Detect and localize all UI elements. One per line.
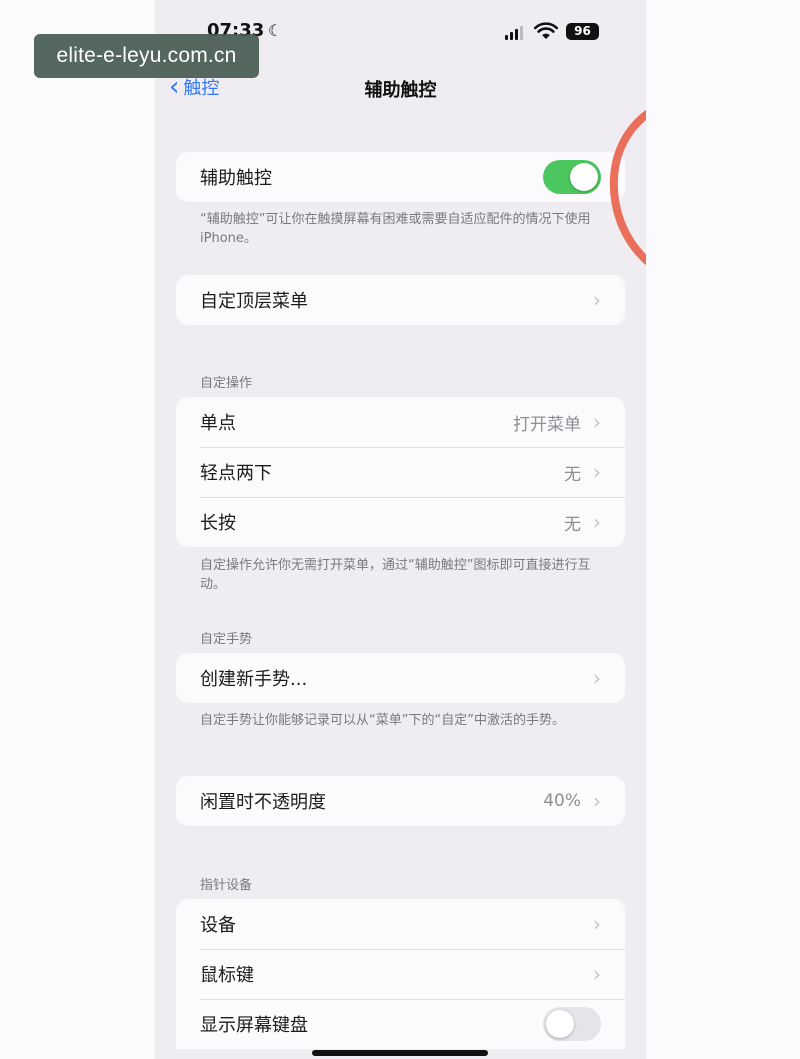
mouse-keys-label: 鼠标键 [200, 965, 254, 986]
toggle-knob [546, 1010, 574, 1038]
assistive-touch-footnote: “辅助触控”可让你在触摸屏幕有困难或需要自适应配件的情况下使用iPhone。 [200, 212, 591, 246]
create-gesture-label: 创建新手势... [200, 669, 308, 690]
toggle-knob [570, 163, 598, 191]
battery-indicator: 96 [566, 23, 599, 40]
double-tap-row[interactable]: 轻点两下 无 › [176, 447, 625, 497]
custom-actions-footnote: 自定操作允许你无需打开菜单，通过“辅助触控”图标即可直接进行互动。 [200, 558, 591, 592]
assistive-touch-group: 辅助触控 [176, 152, 625, 202]
left-margin [0, 0, 155, 1059]
wifi-icon [534, 22, 558, 39]
pointer-devices-group: 设备 › 鼠标键 › 显示屏幕键盘 [176, 899, 625, 1049]
single-tap-value: 打开菜单 [513, 414, 581, 435]
long-press-row[interactable]: 长按 无 › [176, 497, 625, 547]
chevron-right-icon: › [593, 410, 601, 434]
chevron-right-icon: › [593, 460, 601, 484]
chevron-right-icon: › [593, 666, 601, 690]
chevron-right-icon: › [593, 912, 601, 936]
right-margin [646, 0, 800, 1059]
single-tap-row[interactable]: 单点 打开菜单 › [176, 397, 625, 447]
assistive-touch-toggle[interactable] [543, 160, 601, 194]
show-keyboard-row: 显示屏幕键盘 [176, 999, 625, 1049]
double-tap-label: 轻点两下 [200, 463, 272, 484]
assistive-touch-row: 辅助触控 [176, 152, 625, 202]
pointer-devices-header: 指针设备 [200, 878, 253, 893]
chevron-right-icon: › [593, 789, 601, 813]
cellular-signal-icon [505, 26, 525, 40]
long-press-value: 无 [564, 514, 581, 535]
custom-actions-group: 单点 打开菜单 › 轻点两下 无 › 长按 无 › [176, 397, 625, 547]
show-keyboard-label: 显示屏幕键盘 [200, 1015, 308, 1036]
top-menu-label: 自定顶层菜单 [200, 291, 308, 312]
watermark: elite-e-leyu.com.cn [34, 34, 259, 78]
idle-opacity-row[interactable]: 闲置时不透明度 40% › [176, 776, 625, 826]
top-menu-group: 自定顶层菜单 › [176, 275, 625, 325]
home-indicator[interactable] [312, 1050, 488, 1056]
idle-opacity-group: 闲置时不透明度 40% › [176, 776, 625, 826]
devices-row[interactable]: 设备 › [176, 899, 625, 949]
mouse-keys-row[interactable]: 鼠标键 › [176, 949, 625, 999]
double-tap-value: 无 [564, 464, 581, 485]
custom-gestures-header: 自定手势 [200, 632, 253, 647]
single-tap-label: 单点 [200, 413, 236, 434]
phone-screen: 07:33 ☾ 96 ‹ 触控 辅助触控 辅助触控 “辅助触控”可让你在触摸屏幕… [155, 0, 646, 1059]
moon-icon: ☾ [268, 21, 283, 40]
create-gesture-row[interactable]: 创建新手势... › [176, 653, 625, 703]
show-keyboard-toggle[interactable] [543, 1007, 601, 1041]
custom-gestures-group: 创建新手势... › [176, 653, 625, 703]
page-title: 辅助触控 [364, 80, 437, 101]
custom-actions-header: 自定操作 [200, 376, 253, 391]
idle-opacity-label: 闲置时不透明度 [200, 792, 326, 813]
devices-label: 设备 [200, 915, 236, 936]
top-menu-row[interactable]: 自定顶层菜单 › [176, 275, 625, 325]
custom-gestures-footnote: 自定手势让你能够记录可以从“菜单”下的“自定”中激活的手势。 [200, 713, 565, 728]
long-press-label: 长按 [200, 513, 236, 534]
chevron-right-icon: › [593, 288, 601, 312]
chevron-right-icon: › [593, 962, 601, 986]
assistive-touch-label: 辅助触控 [200, 168, 272, 189]
chevron-right-icon: › [593, 510, 601, 534]
idle-opacity-value: 40% [543, 791, 581, 811]
